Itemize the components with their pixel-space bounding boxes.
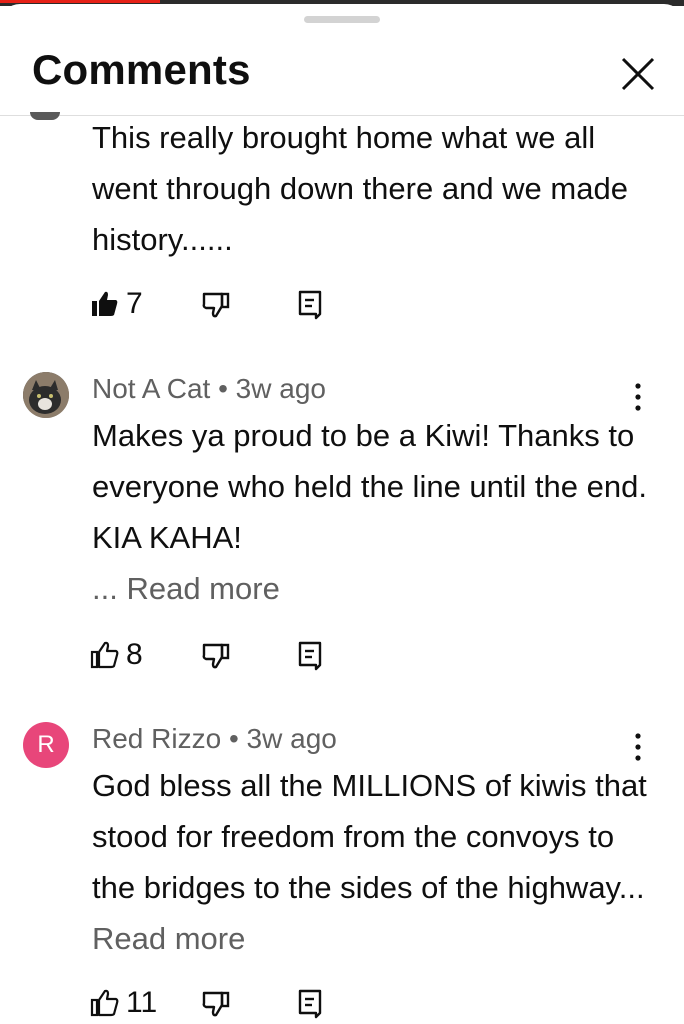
- avatar[interactable]: [30, 112, 60, 120]
- thumbs-up-icon: [90, 641, 119, 669]
- comment-actions: 11: [90, 983, 350, 1023]
- like-button[interactable]: 11: [90, 983, 157, 1023]
- comment-actions: 7: [90, 284, 350, 324]
- close-button[interactable]: [614, 50, 662, 98]
- avatar-letter: R: [37, 731, 55, 758]
- reply-button[interactable]: [294, 637, 324, 673]
- like-count: 11: [126, 986, 158, 1019]
- cat-photo-avatar: [23, 372, 69, 418]
- thumbs-down-icon: [202, 292, 230, 318]
- comment-body: God bless all the MILLIONS of kiwis that…: [92, 768, 647, 905]
- meta-separator: •: [210, 373, 236, 404]
- read-more-link[interactable]: Read more: [92, 921, 245, 956]
- close-icon: [621, 57, 655, 91]
- comments-sheet: Comments This really brought home what w…: [0, 0, 684, 1024]
- comment-meta: Not A Cat • 3w ago: [92, 373, 326, 405]
- meta-separator: •: [221, 723, 247, 754]
- reply-comment-icon: [298, 641, 322, 671]
- sheet-title: Comments: [32, 46, 251, 93]
- avatar[interactable]: R: [23, 722, 69, 768]
- thumbs-down-icon: [202, 991, 230, 1017]
- drag-handle[interactable]: [304, 16, 380, 23]
- video-progress-bar: [0, 0, 160, 3]
- thumbs-up-filled-icon: [92, 291, 118, 316]
- comment-body: This really brought home what we all wen…: [92, 120, 628, 257]
- reply-comment-icon: [298, 290, 322, 320]
- comment-actions: 8: [90, 635, 350, 675]
- read-more-label: Read more: [126, 571, 280, 606]
- reply-comment-icon: [298, 989, 322, 1019]
- comment-meta: Red Rizzo • 3w ago: [92, 723, 337, 755]
- comment-body: Makes ya proud to be a Kiwi! Thanks to e…: [92, 418, 647, 555]
- reply-button[interactable]: [294, 286, 324, 322]
- thumbs-down-icon: [202, 643, 230, 669]
- avatar[interactable]: [23, 372, 69, 418]
- like-button[interactable]: 8: [90, 635, 143, 675]
- ellipsis: ...: [92, 571, 127, 606]
- like-count: 8: [126, 638, 143, 671]
- comment-author[interactable]: Red Rizzo: [92, 723, 221, 754]
- thumbs-up-icon: [90, 989, 119, 1017]
- comment-text: This really brought home what we all wen…: [92, 112, 652, 265]
- comment-text: God bless all the MILLIONS of kiwis that…: [92, 760, 652, 964]
- read-more-link[interactable]: ... Read more: [92, 571, 280, 606]
- comment-age: 3w ago: [246, 723, 337, 754]
- comment-age: 3w ago: [235, 373, 326, 404]
- dislike-button[interactable]: [198, 985, 234, 1021]
- dislike-button[interactable]: [198, 286, 234, 322]
- sheet-header: Comments: [0, 24, 684, 116]
- comment-text: Makes ya proud to be a Kiwi! Thanks to e…: [92, 410, 652, 614]
- comment-author[interactable]: Not A Cat: [92, 373, 210, 404]
- dislike-button[interactable]: [198, 637, 234, 673]
- like-count: 7: [126, 287, 143, 320]
- reply-button[interactable]: [294, 985, 324, 1021]
- like-button[interactable]: 7: [90, 284, 143, 324]
